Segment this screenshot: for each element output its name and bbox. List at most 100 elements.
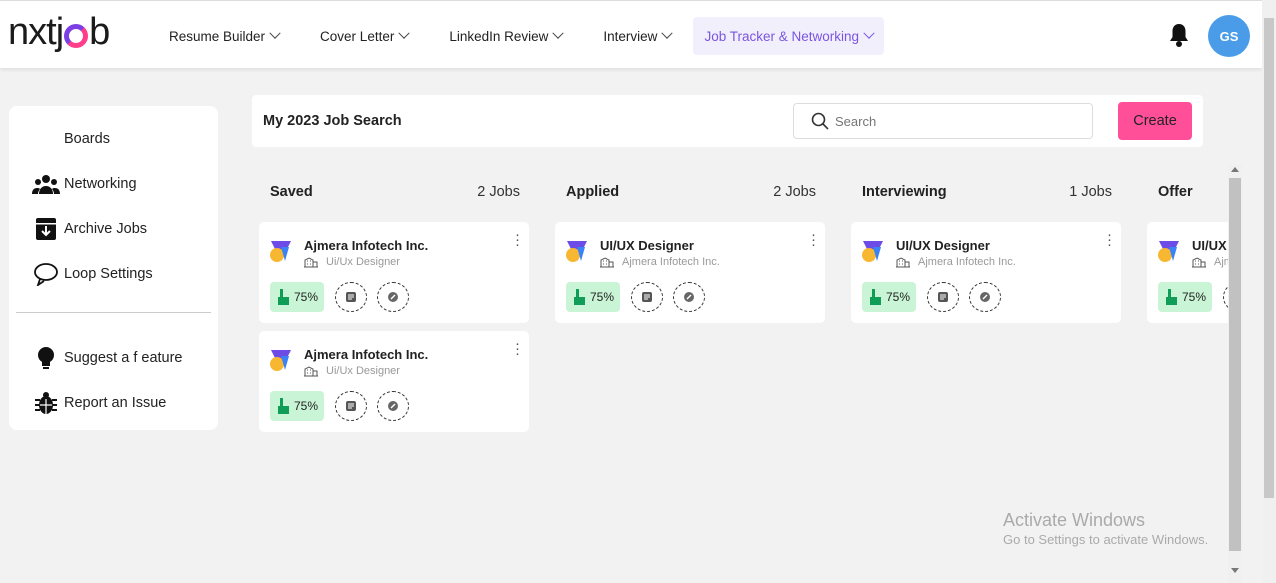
company-logo-icon — [270, 241, 291, 262]
job-subtitle-text: Ajmera Infotech Inc. — [622, 256, 720, 268]
sidebar-item-boards[interactable]: Boards — [32, 127, 110, 151]
search-box[interactable] — [793, 103, 1093, 139]
job-subtitle: Ajmera Infotech Inc. — [1192, 256, 1228, 268]
sidebar-item-label: Archive Jobs — [64, 221, 148, 237]
link-icon-button[interactable] — [377, 282, 409, 312]
job-subtitle: Ajmera Infotech Inc. — [896, 256, 1016, 268]
avatar[interactable]: GS — [1208, 15, 1250, 57]
people-icon — [32, 175, 60, 194]
job-title: Ajmera Infotech Inc. — [304, 347, 429, 362]
chevron-down-icon — [863, 27, 875, 39]
sidebar-item-networking[interactable]: Networking — [32, 172, 137, 196]
board-scrollbar-thumb[interactable] — [1229, 178, 1241, 551]
search-input[interactable] — [835, 113, 1065, 129]
job-card[interactable]: UI/UX Designer Ajmera Infotech Inc. · · · … — [851, 222, 1121, 323]
match-score-badge: 75% — [270, 391, 324, 421]
sidebar: Boards Networking Archive Jobs Loop Sett… — [9, 106, 218, 430]
column-header: Applied 2 Jobs — [566, 184, 816, 200]
column-saved: Saved 2 Jobs Ajmera Infotech Inc. Ui/Ux … — [252, 165, 540, 583]
building-icon — [304, 366, 318, 377]
column-applied: Applied 2 Jobs UI/UX Designer Ajmera Inf… — [548, 165, 836, 583]
job-title: UI/UX Designer — [600, 238, 694, 253]
job-card[interactable]: UI/UX Designer Ajmera Infotech Inc. 75% — [1147, 222, 1228, 323]
link-icon — [684, 292, 694, 302]
nav-resume-builder[interactable]: Resume Builder — [150, 17, 298, 55]
match-score: 75% — [590, 290, 615, 304]
job-card[interactable]: Ajmera Infotech Inc. Ui/Ux Designer · · · … — [259, 331, 529, 432]
nav-interview[interactable]: Interview — [584, 17, 690, 55]
create-button[interactable]: Create — [1118, 102, 1192, 140]
more-options-icon[interactable]: · · · — [515, 227, 520, 252]
bell-icon[interactable] — [1167, 22, 1191, 48]
nav-job-tracker[interactable]: Job Tracker & Networking — [693, 17, 884, 55]
chevron-down-icon — [661, 27, 674, 39]
sidebar-item-archive-jobs[interactable]: Archive Jobs — [32, 217, 147, 241]
top-navbar: nxtj b Resume Builder Cover Letter Linked… — [0, 0, 1262, 68]
more-options-icon[interactable]: · · · — [811, 227, 816, 252]
document-icon-button[interactable] — [335, 282, 367, 312]
document-icon-button[interactable] — [927, 282, 959, 312]
page-scrollbar-thumb[interactable] — [1264, 18, 1274, 498]
windows-watermark-title: Activate Windows — [1003, 510, 1146, 530]
logo-text-right: b — [89, 11, 110, 53]
nav-label: Cover Letter — [320, 28, 395, 44]
job-title: UI/UX Designer — [896, 238, 990, 253]
column-name: Offer — [1158, 184, 1193, 200]
bug-icon — [35, 392, 57, 414]
sidebar-item-label: Networking — [64, 176, 137, 192]
job-subtitle-text: Ui/Ux Designer — [326, 256, 400, 268]
boards-icon — [32, 127, 60, 151]
column-header: Offer — [1158, 184, 1228, 200]
board-title: My 2023 Job Search — [263, 113, 402, 129]
document-icon — [642, 292, 652, 302]
more-options-icon[interactable]: · · · — [1107, 227, 1112, 252]
job-subtitle-text: Ajmera Infotech Inc. — [1214, 256, 1228, 268]
column-name: Applied — [566, 184, 620, 200]
match-score: 75% — [294, 399, 319, 413]
lightbulb-icon — [38, 347, 54, 369]
link-icon-button[interactable] — [969, 282, 1001, 312]
sidebar-item-label: Suggest a f eature — [64, 350, 183, 366]
match-score-badge: 75% — [566, 282, 620, 312]
document-icon-button[interactable] — [631, 282, 663, 312]
document-icon — [938, 292, 948, 302]
archive-icon — [36, 218, 56, 240]
thumb-up-icon — [870, 289, 881, 305]
document-icon — [346, 292, 356, 302]
building-icon — [1192, 257, 1206, 268]
nxtjob-logo[interactable]: nxtj b — [8, 11, 110, 54]
sidebar-item-label: Loop Settings — [64, 266, 153, 282]
company-logo-icon — [862, 241, 883, 262]
nav-linkedin-review[interactable]: LinkedIn Review — [430, 17, 581, 55]
job-subtitle-text: Ajmera Infotech Inc. — [918, 256, 1016, 268]
page-scrollbar[interactable] — [1262, 0, 1276, 583]
match-score-badge: 75% — [862, 282, 916, 312]
board-header: My 2023 Job Search Create — [252, 95, 1203, 147]
scroll-up-arrow-icon[interactable] — [1231, 167, 1239, 172]
link-icon — [388, 292, 398, 302]
building-icon — [600, 257, 614, 268]
chevron-down-icon — [269, 27, 281, 39]
scroll-down-arrow-icon[interactable] — [1231, 568, 1239, 573]
more-options-icon[interactable]: · · · — [515, 336, 520, 361]
match-score: 75% — [886, 290, 911, 304]
job-title: Ajmera Infotech Inc. — [304, 238, 429, 253]
link-icon-button[interactable] — [673, 282, 705, 312]
sidebar-item-loop-settings[interactable]: Loop Settings — [32, 262, 153, 286]
sidebar-item-report-issue[interactable]: Report an Issue — [32, 391, 166, 415]
link-icon-button[interactable] — [377, 391, 409, 421]
job-card[interactable]: UI/UX Designer Ajmera Infotech Inc. · · · … — [555, 222, 825, 323]
match-score-badge: 75% — [270, 282, 324, 312]
thumb-up-icon — [574, 289, 585, 305]
sidebar-divider — [16, 312, 211, 313]
sidebar-item-suggest-feature[interactable]: Suggest a f eature — [32, 346, 183, 370]
column-header: Saved 2 Jobs — [270, 184, 520, 200]
job-card[interactable]: Ajmera Infotech Inc. Ui/Ux Designer · · · … — [259, 222, 529, 323]
nav-label: Job Tracker & Networking — [704, 28, 859, 44]
column-name: Saved — [270, 184, 313, 200]
link-icon — [980, 292, 990, 302]
document-icon-button[interactable] — [335, 391, 367, 421]
column-offer: Offer UI/UX Designer Ajmera Infotech Inc… — [1140, 165, 1228, 583]
building-icon — [896, 257, 910, 268]
nav-cover-letter[interactable]: Cover Letter — [301, 17, 427, 55]
